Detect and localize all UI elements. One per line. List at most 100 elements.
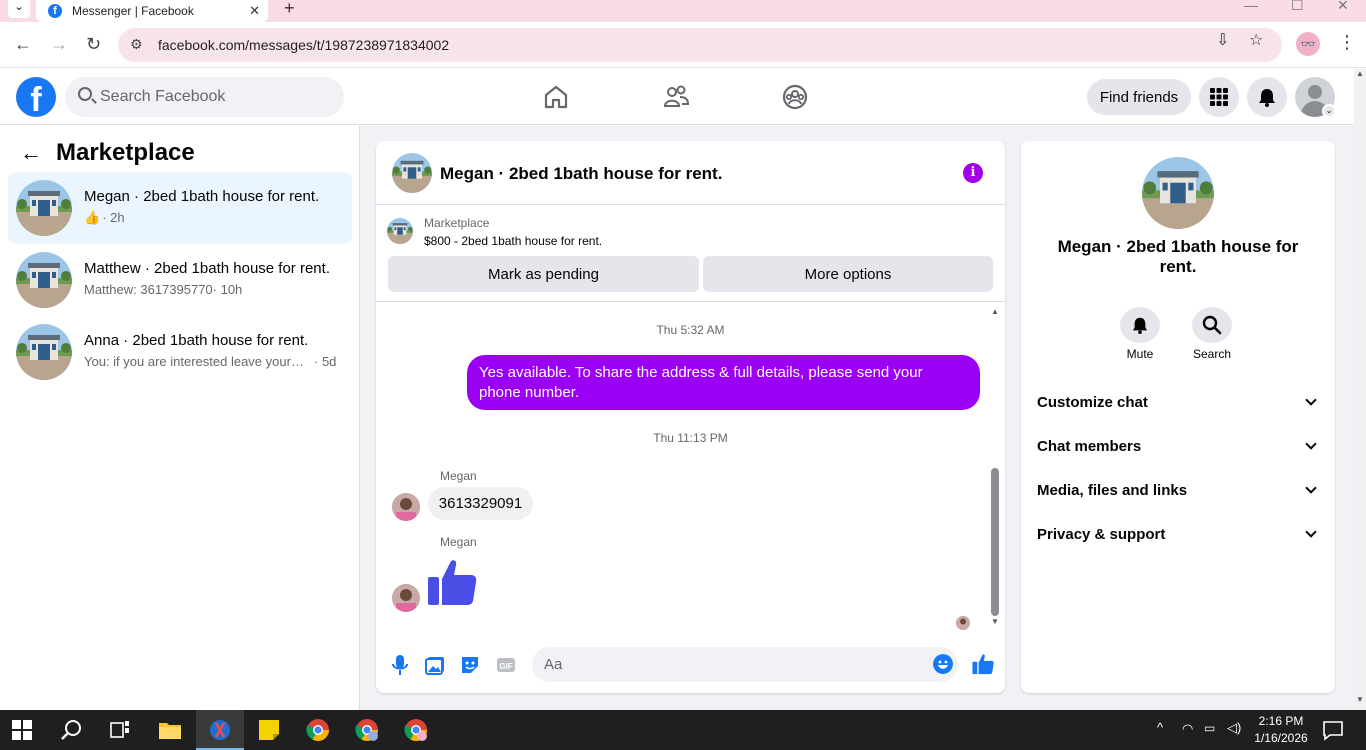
facebook-logo[interactable]: f xyxy=(16,77,56,117)
conversation-item-anna[interactable]: Anna · 2bed 1bath house for rent. You: i… xyxy=(8,316,352,388)
mark-as-pending-button[interactable]: Mark as pending xyxy=(388,256,699,292)
minimize-icon[interactable]: — xyxy=(1244,0,1258,13)
browser-profile-avatar[interactable]: 👓 xyxy=(1296,32,1320,56)
microphone-icon[interactable] xyxy=(390,654,410,676)
home-icon[interactable] xyxy=(542,83,570,111)
large-thumbs-up-icon[interactable] xyxy=(427,557,477,607)
url-input[interactable]: ⚙ facebook.com/messages/t/19872389718340… xyxy=(118,28,1282,62)
conversation-sidebar: ← Marketplace Megan · 2bed 1bath house f… xyxy=(0,126,360,710)
search-input[interactable]: Search Facebook xyxy=(65,77,344,117)
groups-icon[interactable] xyxy=(781,83,809,111)
mute-button[interactable] xyxy=(1120,307,1160,343)
conversation-time: · 10h xyxy=(212,282,243,297)
outgoing-message[interactable]: Yes available. To share the address & fu… xyxy=(467,355,980,410)
read-receipt-avatar xyxy=(956,616,970,630)
window-close-icon[interactable]: ✕ xyxy=(1337,0,1349,14)
wifi-icon[interactable]: ◠ xyxy=(1182,721,1193,737)
account-chevron-down-icon[interactable]: ⌄ xyxy=(1322,104,1336,118)
close-tab-icon[interactable]: ✕ xyxy=(249,3,260,19)
bookmark-star-icon[interactable]: ☆ xyxy=(1249,30,1263,50)
taskbar-app-active[interactable] xyxy=(196,710,244,750)
volume-icon[interactable]: ◁) xyxy=(1227,720,1241,736)
facebook-favicon-icon: f xyxy=(48,4,62,18)
forward-icon[interactable]: → xyxy=(50,34,68,55)
chrome-profile-icon[interactable] xyxy=(404,718,428,742)
media-files-links-row[interactable]: Media, files and links xyxy=(1037,482,1319,506)
listing-title[interactable]: $800 - 2bed 1bath house for rent. xyxy=(424,234,602,248)
install-app-icon[interactable]: ⇩ xyxy=(1216,30,1229,50)
sticky-notes-icon[interactable] xyxy=(257,718,281,742)
system-clock[interactable]: 2:16 PM 1/16/2026 xyxy=(1248,713,1314,747)
scroll-down-icon[interactable]: ▼ xyxy=(1356,695,1364,704)
browser-menu-icon[interactable]: ⋮ xyxy=(1338,32,1356,53)
scroll-up-icon[interactable]: ▲ xyxy=(991,307,999,316)
chrome-profile-icon[interactable] xyxy=(355,718,379,742)
listing-thumbnail xyxy=(16,252,72,308)
page-scrollbar[interactable]: ▲ ▼ xyxy=(1354,69,1366,710)
photo-icon[interactable] xyxy=(425,654,445,676)
message-placeholder: Aa xyxy=(544,656,563,673)
browser-tab[interactable]: f Messenger | Facebook ✕ xyxy=(36,0,268,22)
scroll-up-icon[interactable]: ▲ xyxy=(1356,69,1364,78)
sender-avatar[interactable] xyxy=(392,584,420,612)
listing-thumbnail[interactable] xyxy=(387,218,413,244)
chat-scroll-thumb[interactable] xyxy=(991,468,999,616)
windows-start-icon[interactable] xyxy=(12,720,32,740)
back-arrow-icon[interactable]: ← xyxy=(20,140,42,166)
friends-icon[interactable] xyxy=(662,83,690,111)
battery-icon[interactable]: ▭ xyxy=(1204,721,1215,735)
sender-name: Megan xyxy=(440,535,477,549)
search-icon xyxy=(78,87,92,101)
conversation-name: Matthew · 2bed 1bath house for rent. xyxy=(84,260,330,277)
details-thumbnail[interactable] xyxy=(1142,157,1214,229)
clock-time: 2:16 PM xyxy=(1258,714,1304,728)
chrome-icon[interactable] xyxy=(306,718,330,742)
customize-chat-row[interactable]: Customize chat xyxy=(1037,394,1319,418)
privacy-support-row[interactable]: Privacy & support xyxy=(1037,526,1319,550)
info-icon[interactable]: i xyxy=(963,163,983,183)
show-hidden-icons-icon[interactable]: ^ xyxy=(1157,720,1163,735)
gif-icon[interactable]: GIF xyxy=(496,654,516,676)
sticker-icon[interactable] xyxy=(460,654,480,676)
more-options-button[interactable]: More options xyxy=(703,256,993,292)
back-icon[interactable]: ← xyxy=(14,34,32,55)
sender-avatar[interactable] xyxy=(392,493,420,521)
search-conversation-button[interactable] xyxy=(1192,307,1232,343)
search-icon xyxy=(1202,315,1222,335)
send-like-icon[interactable] xyxy=(972,653,994,675)
reload-icon[interactable]: ↻ xyxy=(86,34,101,55)
browser-tab-bar: ⌄ f Messenger | Facebook ✕ + — ☐ ✕ xyxy=(0,0,1366,22)
notification-center-icon[interactable] xyxy=(1322,719,1344,741)
incoming-message[interactable]: 3613329091 xyxy=(428,487,533,520)
emoji-icon[interactable] xyxy=(933,654,953,674)
tab-search-button[interactable]: ⌄ xyxy=(8,0,30,18)
site-settings-icon[interactable]: ⚙ xyxy=(130,36,143,53)
menu-grid-button[interactable] xyxy=(1199,77,1239,117)
file-explorer-icon[interactable] xyxy=(158,718,182,742)
mute-label: Mute xyxy=(1126,347,1154,361)
message-input[interactable]: Aa xyxy=(532,647,958,682)
conversation-time: · 2h xyxy=(102,210,125,225)
conversation-name: Anna · 2bed 1bath house for rent. xyxy=(84,332,309,349)
details-title: Megan · 2bed 1bath house for rent. xyxy=(1057,237,1299,276)
conversation-item-matthew[interactable]: Matthew · 2bed 1bath house for rent. Mat… xyxy=(8,244,352,316)
timestamp: Thu 5:32 AM xyxy=(656,323,725,337)
chat-thumbnail[interactable] xyxy=(392,153,432,193)
chat-title[interactable]: Megan · 2bed 1bath house for rent. xyxy=(440,164,722,184)
find-friends-button[interactable]: Find friends xyxy=(1087,79,1191,115)
chevron-down-icon xyxy=(1305,526,1317,538)
address-bar-row: ← → ↻ ⚙ facebook.com/messages/t/19872389… xyxy=(0,22,1366,68)
chevron-down-icon xyxy=(1305,438,1317,450)
new-tab-button[interactable]: + xyxy=(284,0,295,19)
notifications-button[interactable] xyxy=(1247,77,1287,117)
thumbs-up-icon: 👍 xyxy=(84,210,101,225)
task-view-icon[interactable] xyxy=(108,718,132,742)
chat-members-row[interactable]: Chat members xyxy=(1037,438,1319,462)
maximize-icon[interactable]: ☐ xyxy=(1291,0,1304,14)
url-text: facebook.com/messages/t/1987238971834002 xyxy=(158,37,450,53)
taskbar-search-icon[interactable] xyxy=(60,718,84,742)
chat-details-panel: Megan · 2bed 1bath house for rent. Mute … xyxy=(1021,141,1335,693)
scroll-down-icon[interactable]: ▼ xyxy=(991,617,999,626)
conversation-item-megan[interactable]: Megan · 2bed 1bath house for rent. 👍 · 2… xyxy=(8,172,352,244)
chat-header: Megan · 2bed 1bath house for rent. i xyxy=(376,141,1005,205)
